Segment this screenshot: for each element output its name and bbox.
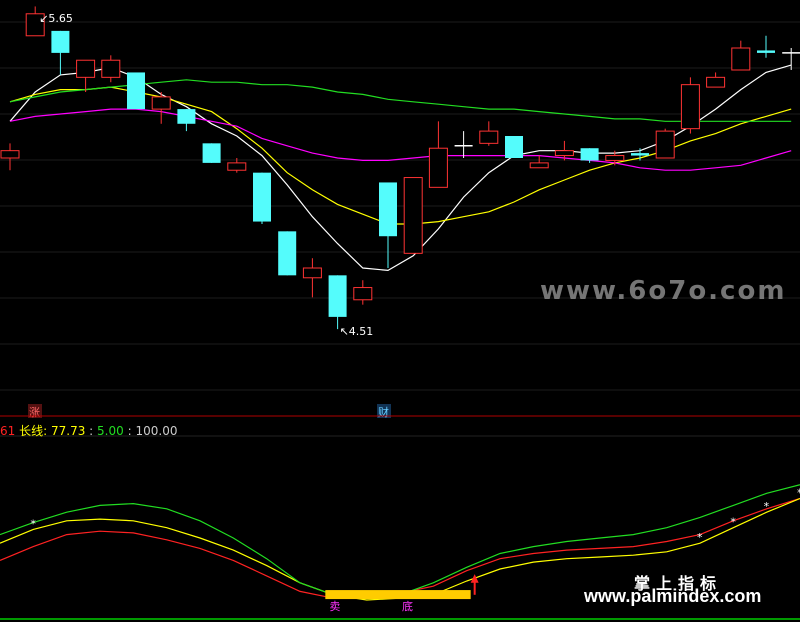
star-marker: * xyxy=(764,500,770,513)
buy-arrow-head xyxy=(470,574,479,583)
candle-body xyxy=(706,76,726,88)
candle-body xyxy=(353,287,373,301)
watermark-url: www.palmindex.com xyxy=(584,586,762,606)
candle-body xyxy=(731,47,751,71)
star-marker: * xyxy=(730,516,736,529)
legend-value: 77.73 xyxy=(50,424,86,438)
indicator-band xyxy=(325,590,471,600)
candle-body xyxy=(76,59,96,78)
candle-body xyxy=(328,275,347,317)
candle-body xyxy=(278,231,297,276)
candle-body xyxy=(505,136,523,158)
marker-finance-label: 财 xyxy=(378,405,389,419)
candle-body xyxy=(631,153,649,156)
legend-value-3: 100.00 xyxy=(135,424,178,438)
legend-prefix: 61 xyxy=(0,424,16,438)
sell-label: 卖 xyxy=(329,600,340,613)
candle-body xyxy=(479,130,499,144)
candle-body xyxy=(680,84,700,130)
candle-body xyxy=(529,162,549,169)
candle-body xyxy=(0,150,20,159)
candle-body xyxy=(379,182,397,237)
legend-sep-2: : xyxy=(127,424,132,438)
candle-body xyxy=(605,155,625,161)
marker-up-label: 涨 xyxy=(29,406,40,419)
candle-body xyxy=(757,50,775,53)
legend-value-2: 5.00 xyxy=(97,424,124,438)
low-price-label: ↖4.51 xyxy=(340,325,374,338)
watermark-top: www.6o7o.com xyxy=(540,276,787,306)
bottom-label: 底 xyxy=(402,599,413,613)
star-marker: * xyxy=(30,517,36,530)
candle-body xyxy=(227,162,247,171)
star-marker: * xyxy=(697,531,703,544)
candle-body xyxy=(302,267,322,279)
stock-chart: ↙5.65↖4.51涨财 *****卖底 xyxy=(0,6,800,620)
candle-body xyxy=(554,150,574,157)
legend-sep: : xyxy=(89,424,94,438)
high-price-label: ↙5.65 xyxy=(39,12,73,25)
candle-body xyxy=(202,143,221,163)
candle-body xyxy=(151,96,171,110)
candle-body xyxy=(177,109,196,124)
candle-body xyxy=(51,30,70,53)
candle-body xyxy=(403,177,423,254)
candle-body xyxy=(253,172,271,222)
candle-body xyxy=(101,59,121,78)
legend-name: 长线: xyxy=(19,424,48,438)
candle-body xyxy=(655,130,675,159)
candle-body xyxy=(428,147,448,188)
indicator-legend: 61 长线: 77.73 : 5.00 : 100.00 xyxy=(0,422,177,439)
candle-body xyxy=(580,148,599,161)
candle-body xyxy=(127,72,145,110)
